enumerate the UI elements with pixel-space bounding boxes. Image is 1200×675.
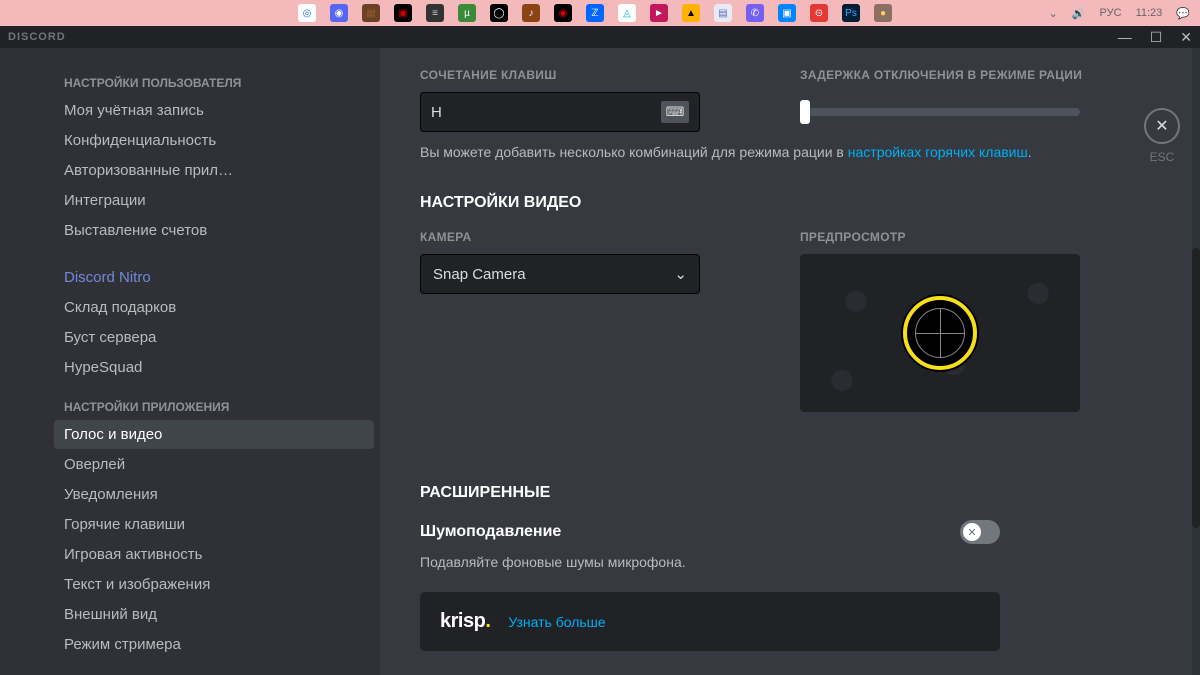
noise-suppression-desc: Подавляйте фоновые шумы микрофона. [420, 554, 1160, 570]
sidebar-item[interactable]: Игровая активность [54, 540, 374, 569]
scrollbar-thumb[interactable] [1192, 248, 1200, 528]
sidebar-item[interactable]: Голос и видео [54, 420, 374, 449]
sidebar-item[interactable]: Склад подарков [54, 293, 374, 322]
noise-suppression-title: Шумоподавление [420, 523, 561, 541]
toggle-knob: ✕ [963, 523, 981, 541]
settings-content: ✕ ESC СОЧЕТАНИЕ КЛАВИШ Н ⌨ ЗАДЕРЖКА ОТКЛ… [380, 48, 1200, 675]
tray-clock: 11:23 [1136, 7, 1163, 19]
taskbar-app-icon[interactable]: ◬ [618, 4, 636, 22]
taskbar-app-icon[interactable]: Ps [842, 4, 860, 22]
close-settings[interactable]: ✕ ESC [1144, 108, 1180, 164]
minimize-button[interactable]: — [1118, 29, 1132, 46]
sidebar-item[interactable]: Моя учётная запись [54, 96, 374, 125]
camera-dropdown[interactable]: Snap Camera ⌄ [420, 254, 700, 294]
sidebar-item[interactable]: Внешний вид [54, 600, 374, 629]
taskbar-app-icon[interactable]: ◎ [298, 4, 316, 22]
notifications-icon[interactable]: 💬 [1176, 7, 1190, 20]
snap-camera-icon [903, 296, 977, 370]
taskbar-app-icon[interactable]: ● [874, 4, 892, 22]
taskbar-app-icon[interactable]: ♪ [522, 4, 540, 22]
maximize-button[interactable]: ☐ [1150, 29, 1163, 46]
close-icon[interactable]: ✕ [1144, 108, 1180, 144]
sidebar-item[interactable]: Режим стримера [54, 630, 374, 659]
taskbar-app-icon[interactable]: ▦ [362, 4, 380, 22]
sidebar-header-app: НАСТРОЙКИ ПРИЛОЖЕНИЯ [64, 400, 374, 414]
sidebar-item[interactable]: Уведомления [54, 480, 374, 509]
sidebar-item[interactable]: Авторизованные прил… [54, 156, 374, 185]
sidebar-item[interactable]: Выставление счетов [54, 216, 374, 245]
krisp-promo: krisp. Узнать больше [420, 592, 1000, 651]
taskbar-tray: ⌄ 🔊 РУС 11:23 💬 [1049, 7, 1190, 20]
hotkey-settings-link[interactable]: настройках горячих клавиш [848, 144, 1028, 160]
window-titlebar: DISCORD — ☐ ✕ [0, 26, 1200, 48]
volume-icon[interactable]: 🔊 [1072, 7, 1086, 20]
keyboard-icon[interactable]: ⌨ [661, 101, 689, 123]
sidebar-item[interactable]: Буст сервера [54, 323, 374, 352]
close-button[interactable]: ✕ [1180, 29, 1192, 46]
content-scrollbar[interactable] [1192, 48, 1200, 675]
taskbar-app-icon[interactable]: ► [650, 4, 668, 22]
chevron-down-icon: ⌄ [674, 265, 687, 283]
settings-sidebar: НАСТРОЙКИ ПОЛЬЗОВАТЕЛЯ Моя учётная запис… [0, 48, 380, 675]
sidebar-item[interactable]: HypeSquad [54, 353, 374, 382]
delay-slider[interactable] [800, 92, 1080, 132]
sidebar-item[interactable]: Конфиденциальность [54, 126, 374, 155]
taskbar-app-icon[interactable]: ≡ [426, 4, 444, 22]
keybind-label: СОЧЕТАНИЕ КЛАВИШ [420, 68, 780, 82]
krisp-logo: krisp. [440, 610, 490, 633]
sidebar-item[interactable]: Интеграции [54, 186, 374, 215]
sidebar-item[interactable]: Текст и изображения [54, 570, 374, 599]
taskbar-app-icon[interactable]: ▣ [394, 4, 412, 22]
tray-language[interactable]: РУС [1100, 7, 1122, 19]
keybind-value: Н [431, 104, 442, 121]
taskbar-app-icon[interactable]: ✆ [746, 4, 764, 22]
keybind-hint: Вы можете добавить несколько комбинаций … [420, 144, 1160, 160]
os-taskbar: ◎ ◉ ▦ ▣ ≡ µ ◯ ♪ ◉ ℤ ◬ ► ▲ ▤ ✆ ▣ ⊝ Ps ● ⌄ 🔊 РУС 11:23 💬 [0, 0, 1200, 26]
sidebar-item[interactable]: Горячие клавиши [54, 510, 374, 539]
camera-label: КАМЕРА [420, 230, 780, 244]
video-preview [800, 254, 1080, 412]
delay-label: ЗАДЕРЖКА ОТКЛЮЧЕНИЯ В РЕЖИМЕ РАЦИИ [800, 68, 1160, 82]
taskbar-app-icons: ◎ ◉ ▦ ▣ ≡ µ ◯ ♪ ◉ ℤ ◬ ► ▲ ▤ ✆ ▣ ⊝ Ps ● [298, 4, 892, 22]
taskbar-app-icon[interactable]: ▲ [682, 4, 700, 22]
taskbar-app-icon[interactable]: ◉ [554, 4, 572, 22]
preview-label: ПРЕДПРОСМОТР [800, 230, 1160, 244]
camera-selected-value: Snap Camera [433, 266, 526, 283]
keybind-input[interactable]: Н ⌨ [420, 92, 700, 132]
krisp-learn-more-link[interactable]: Узнать больше [508, 614, 605, 630]
esc-label: ESC [1150, 150, 1175, 164]
app-title: DISCORD [8, 31, 66, 43]
sidebar-item-nitro[interactable]: Discord Nitro [54, 263, 374, 292]
noise-suppression-toggle[interactable]: ✕ [960, 520, 1000, 544]
advanced-header: РАСШИРЕННЫЕ [420, 484, 1160, 502]
app-body: НАСТРОЙКИ ПОЛЬЗОВАТЕЛЯ Моя учётная запис… [0, 48, 1200, 675]
taskbar-app-icon[interactable]: ◉ [330, 4, 348, 22]
taskbar-app-icon[interactable]: ▤ [714, 4, 732, 22]
taskbar-app-icon[interactable]: ▣ [778, 4, 796, 22]
taskbar-app-icon[interactable]: ⊝ [810, 4, 828, 22]
taskbar-app-icon[interactable]: ℤ [586, 4, 604, 22]
taskbar-app-icon[interactable]: µ [458, 4, 476, 22]
video-settings-header: НАСТРОЙКИ ВИДЕО [420, 194, 1160, 212]
slider-thumb[interactable] [800, 100, 810, 124]
taskbar-app-icon[interactable]: ◯ [490, 4, 508, 22]
sidebar-header-user: НАСТРОЙКИ ПОЛЬЗОВАТЕЛЯ [64, 76, 374, 90]
sidebar-item[interactable]: Оверлей [54, 450, 374, 479]
tray-expand-icon[interactable]: ⌄ [1049, 7, 1058, 20]
